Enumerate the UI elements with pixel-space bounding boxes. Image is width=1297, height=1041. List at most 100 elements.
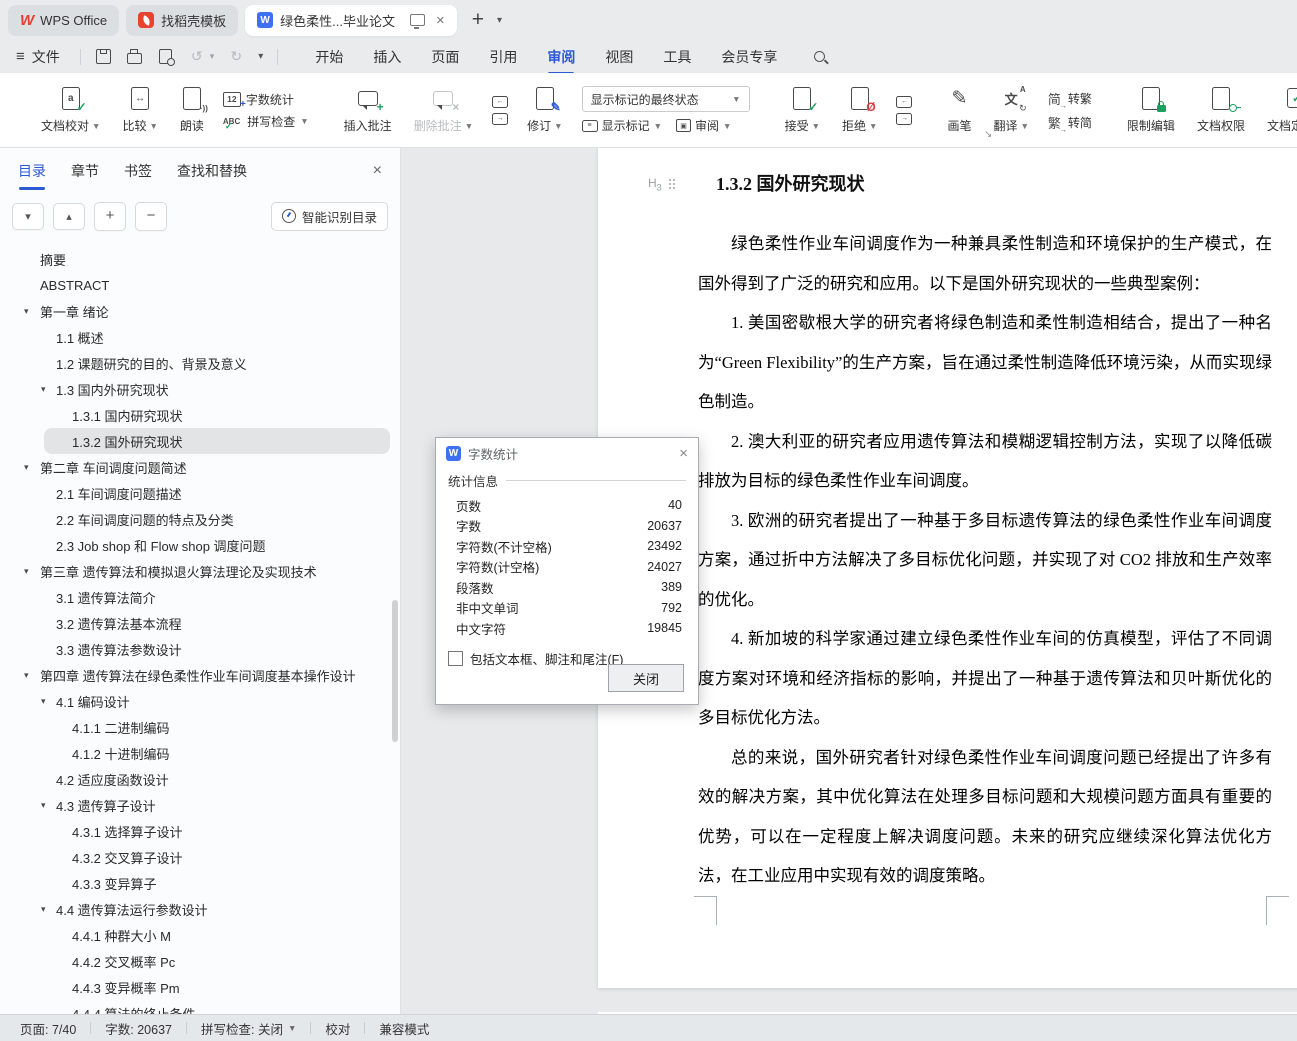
outline-item[interactable]: 4.1.1 二进制编码 <box>0 714 400 740</box>
menu-icon[interactable]: ≡ <box>16 48 25 65</box>
collapse-caret-icon[interactable]: ▾ <box>41 800 46 811</box>
to-simplified-button[interactable]: 繁 → 转简 <box>1048 113 1092 134</box>
zoom-in-outline-button[interactable]: + <box>94 201 126 231</box>
undo-icon[interactable]: ↺ <box>188 48 206 66</box>
close-dialog-icon[interactable]: × <box>679 445 688 462</box>
review-pane-button[interactable]: ▣ 审阅 ▼ <box>676 117 731 134</box>
previous-change-icon[interactable]: ← <box>896 95 913 108</box>
menu-item[interactable]: 视图 <box>605 47 633 67</box>
outline-item[interactable]: ▾ 1.3 国内外研究现状 <box>0 376 400 402</box>
outline-item[interactable]: 4.4.4 算法的终止条件 <box>0 1000 400 1016</box>
menu-item[interactable]: 工具 <box>663 47 691 67</box>
outline-item[interactable]: ▾ 4.1 编码设计 <box>0 688 400 714</box>
print-icon[interactable] <box>126 48 144 66</box>
document-body-text[interactable]: 绿色柔性作业车间调度作为一种兼具柔性制造和环境保护的生产模式，在国外得到了广泛的… <box>698 224 1272 896</box>
outline-item[interactable]: 4.2 适应度函数设计 <box>0 766 400 792</box>
status-item[interactable]: 兼容模式 <box>379 1019 429 1038</box>
outline-item[interactable]: 3.1 遗传算法简介 <box>0 584 400 610</box>
menu-item[interactable]: 开始 <box>315 47 343 67</box>
outline-item[interactable]: ▾ 第二章 车间调度问题简述 <box>0 454 400 480</box>
section-heading[interactable]: 1.3.2 国外研究现状 <box>716 170 865 196</box>
quickbar-chevron-icon[interactable]: ▾ <box>258 51 263 62</box>
outline-item[interactable]: 4.3.1 选择算子设计 <box>0 818 400 844</box>
status-item[interactable]: 拼写检查: 关闭 ▼ <box>201 1019 296 1038</box>
outline-item[interactable]: 2.2 车间调度问题的特点及分类 <box>0 506 400 532</box>
outline-item[interactable]: 2.3 Job shop 和 Flow shop 调度问题 <box>0 532 400 558</box>
outline-item[interactable]: 3.2 遗传算法基本流程 <box>0 610 400 636</box>
next-change-icon[interactable]: → <box>896 112 913 125</box>
collapse-caret-icon[interactable]: ▾ <box>41 384 46 395</box>
outline-item[interactable]: ABSTRACT <box>0 272 400 298</box>
outline-item[interactable]: 摘要 <box>0 246 400 272</box>
collapse-caret-icon[interactable]: ▾ <box>24 462 29 473</box>
markup-state-select[interactable]: 显示标记的最终状态 ▼ <box>581 86 750 112</box>
collapse-caret-icon[interactable]: ▾ <box>24 306 29 317</box>
expand-all-button[interactable]: ▾ <box>12 202 44 230</box>
outline-item[interactable]: 4.1.2 十进制编码 <box>0 740 400 766</box>
outline-item[interactable]: ▾ 第四章 遗传算法在绿色柔性作业车间调度基本操作设计 <box>0 662 400 688</box>
outline-item[interactable]: 4.4.3 变异概率 Pm <box>0 974 400 1000</box>
close-tab-icon[interactable]: × <box>436 12 445 29</box>
collapse-caret-icon[interactable]: ▾ <box>24 670 29 681</box>
close-sidebar-icon[interactable]: × <box>373 162 382 180</box>
outline-item[interactable]: ▾ 第一章 绪论 <box>0 298 400 324</box>
outline-item[interactable]: ▾ 4.4 遗传算法运行参数设计 <box>0 896 400 922</box>
search-button[interactable] <box>814 51 826 62</box>
smart-toc-button[interactable]: 智能识别目录 <box>270 201 388 231</box>
doc-permission-button[interactable]: 文档权限 <box>1186 86 1256 134</box>
menu-item[interactable]: 引用 <box>489 47 517 67</box>
outline-item[interactable]: 2.1 车间调度问题描述 <box>0 480 400 506</box>
tab-docer-templates[interactable]: 找稻壳模板 <box>126 4 239 36</box>
screen-share-icon[interactable] <box>409 14 425 29</box>
outline-item[interactable]: ▾ 4.3 遗传算子设计 <box>0 792 400 818</box>
new-tab-button[interactable]: + <box>472 8 484 32</box>
track-changes-button[interactable]: ✎ 修订 ▼ <box>516 86 573 134</box>
sidebar-scrollbar[interactable] <box>392 600 398 742</box>
menu-item[interactable]: 审阅 <box>547 47 575 67</box>
doc-proofing-button[interactable]: a ✓ 文档校对 ▼ <box>30 86 111 134</box>
translate-button[interactable]: 文 A ↻ 翻译 ▼ <box>982 85 1039 134</box>
spell-check-button[interactable]: ABC拼写检查▼ <box>223 113 309 132</box>
tab-wps-office[interactable]: W WPS Office <box>8 4 120 36</box>
word-count-button[interactable]: 12字数统计 <box>222 91 309 110</box>
accept-change-button[interactable]: ✓ 接受 ▼ <box>774 86 831 134</box>
menu-item[interactable]: 会员专享 <box>721 47 777 67</box>
outline-item[interactable]: 3.3 遗传算法参数设计 <box>0 636 400 662</box>
outline-item[interactable]: 4.3.3 变异算子 <box>0 870 400 896</box>
insert-comment-button[interactable]: + 插入批注 <box>333 86 403 134</box>
outline-item[interactable]: 4.4.1 种群大小 M <box>0 922 400 948</box>
document-page[interactable]: H3 1.3.2 国外研究现状 绿色柔性作业车间调度作为一种兼具柔性制造和环境保… <box>598 148 1297 988</box>
dialog-titlebar[interactable]: W 字数统计 × <box>436 438 698 469</box>
menu-item[interactable]: 页面 <box>431 47 459 67</box>
six-dot-drag-icon[interactable] <box>668 179 671 182</box>
menu-item[interactable]: 插入 <box>373 47 401 67</box>
collapse-all-button[interactable]: ▴ <box>53 202 85 230</box>
status-item[interactable]: 校对 <box>325 1019 350 1038</box>
print-preview-icon[interactable] <box>157 48 176 66</box>
ribbon-expand-icon[interactable]: ↘ <box>984 129 992 140</box>
file-menu[interactable]: 文件 <box>32 47 60 67</box>
outline-item[interactable]: 1.3.1 国内研究现状 <box>0 402 400 428</box>
ink-brush-button[interactable]: ✎ 画笔 <box>936 86 982 134</box>
collapse-caret-icon[interactable]: ▾ <box>41 904 46 915</box>
save-icon[interactable] <box>95 48 113 66</box>
finalize-doc-button[interactable]: ✓ 文档定稿▼ <box>1256 86 1297 134</box>
outline-item[interactable]: 1.1 概述 <box>0 324 400 350</box>
sidebar-tab[interactable]: 书签 <box>124 161 152 181</box>
close-button[interactable]: 关闭 <box>608 664 684 692</box>
tab-list-chevron-icon[interactable]: ▾ <box>497 15 502 26</box>
collapse-caret-icon[interactable]: ▾ <box>41 696 46 707</box>
show-markup-button[interactable]: ≡ 显示标记 ▼ <box>581 117 662 134</box>
outline-item[interactable]: 4.4.2 交叉概率 Pc <box>0 948 400 974</box>
outline-item[interactable]: 4.3.2 交叉算子设计 <box>0 844 400 870</box>
redo-icon[interactable]: ↻ <box>227 48 245 66</box>
undo-chevron-icon[interactable]: ▾ <box>210 51 215 62</box>
outline-item[interactable]: 1.3.2 国外研究现状 <box>44 428 390 454</box>
zoom-out-outline-button[interactable]: − <box>135 201 167 231</box>
restrict-editing-button[interactable]: 限制编辑 <box>1116 86 1186 134</box>
to-traditional-button[interactable]: 简 → 转繁 <box>1048 89 1092 110</box>
outline-item[interactable]: 1.2 课题研究的目的、背景及意义 <box>0 350 400 376</box>
outline-item[interactable]: ▾ 第三章 遗传算法和模拟退火算法理论及实现技术 <box>0 558 400 584</box>
sidebar-tab[interactable]: 查找和替换 <box>177 161 247 181</box>
status-item[interactable]: 页面: 7/40 <box>20 1019 76 1038</box>
